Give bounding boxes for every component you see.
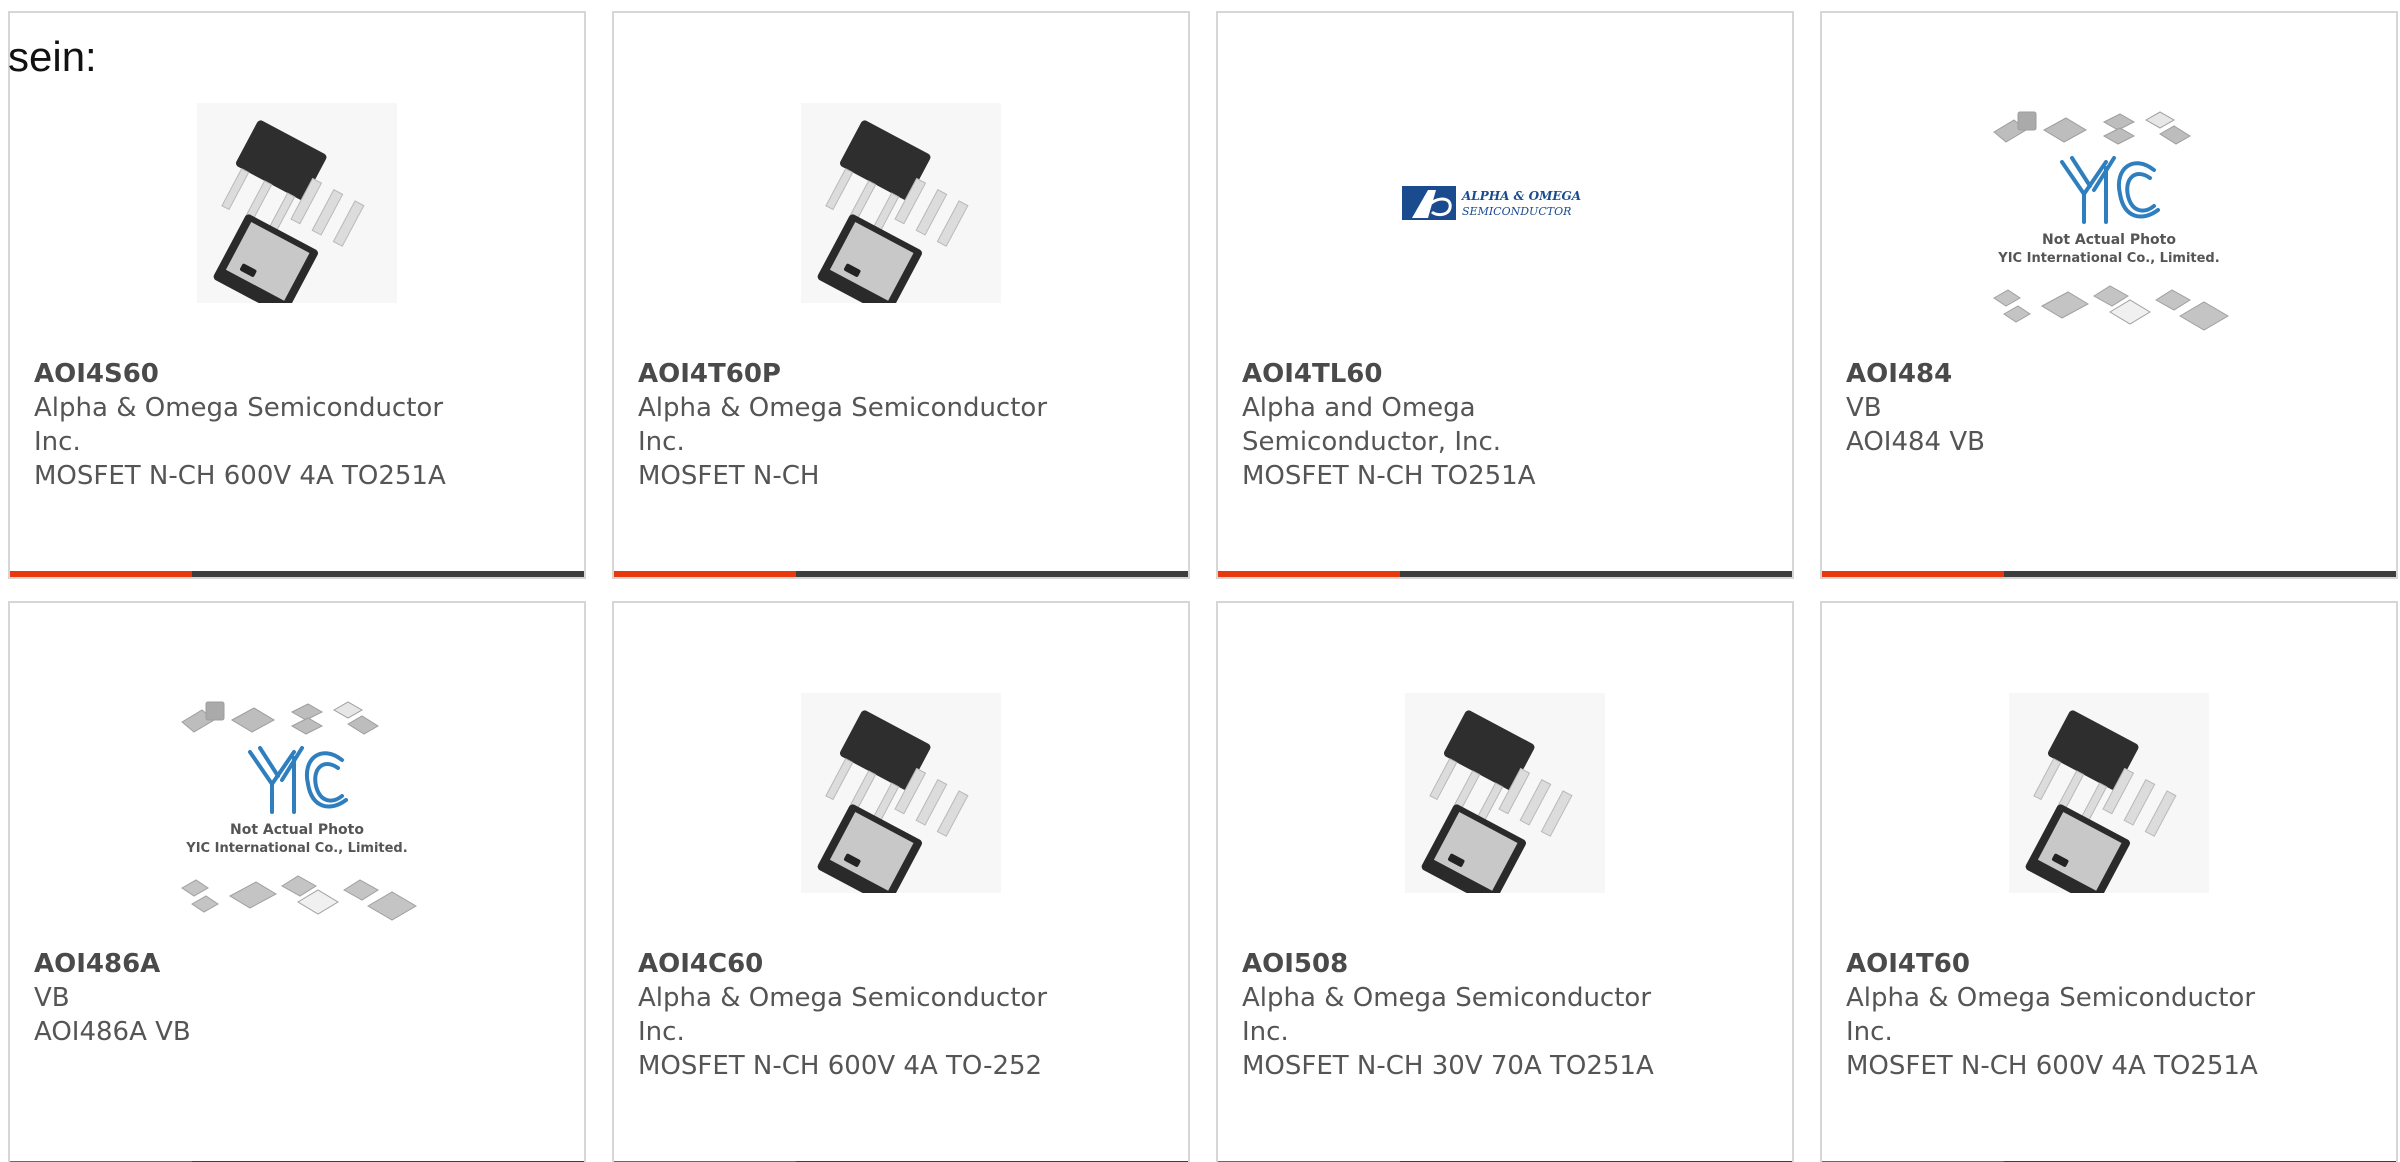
photo-note-line1: Not Actual Photo bbox=[230, 822, 364, 838]
package-image bbox=[801, 103, 1001, 303]
package-image bbox=[197, 103, 397, 303]
photo-note-line1: Not Actual Photo bbox=[2042, 232, 2176, 248]
card-bottom-bar bbox=[10, 571, 584, 577]
product-card[interactable]: Not Actual Photo YIC International Co., … bbox=[8, 601, 586, 1162]
manufacturer: Alpha & Omega Semiconductor Inc. bbox=[638, 983, 1048, 1047]
product-thumbnail[interactable] bbox=[766, 73, 1036, 333]
card-bottom-bar bbox=[614, 571, 1188, 577]
yic-placeholder-image: Not Actual Photo YIC International Co., … bbox=[1993, 111, 2229, 331]
part-number[interactable]: AOI486A bbox=[34, 947, 554, 981]
product-card[interactable]: AOI4T60 Alpha & Omega Semiconductor Inc.… bbox=[1820, 601, 2398, 1162]
product-info: AOI484 VB AOI484 VB bbox=[1846, 357, 2366, 459]
product-card[interactable]: AOI4T60P Alpha & Omega Semiconductor Inc… bbox=[612, 11, 1190, 579]
description: MOSFET N-CH 600V 4A TO-252 bbox=[638, 1051, 1043, 1081]
card-bottom-bar bbox=[1822, 571, 2396, 577]
manufacturer: Alpha & Omega Semiconductor Inc. bbox=[638, 393, 1048, 457]
product-card[interactable]: Not Actual Photo YIC International Co., … bbox=[1820, 11, 2398, 579]
card-accent-stripe bbox=[10, 571, 192, 577]
manufacturer: VB bbox=[34, 983, 70, 1013]
product-info: AOI4T60 Alpha & Omega Semiconductor Inc.… bbox=[1846, 947, 2366, 1083]
product-card[interactable]: AOI4S60 Alpha & Omega Semiconductor Inc.… bbox=[8, 11, 586, 579]
product-card[interactable]: AOI4C60 Alpha & Omega Semiconductor Inc.… bbox=[612, 601, 1190, 1162]
logo-text-bottom: SEMICONDUCTOR bbox=[1462, 205, 1571, 218]
card-accent-stripe bbox=[1218, 571, 1400, 577]
yic-placeholder-image: Not Actual Photo YIC International Co., … bbox=[181, 701, 417, 921]
package-image bbox=[1405, 693, 1605, 893]
product-card[interactable]: AOI508 Alpha & Omega Semiconductor Inc. … bbox=[1216, 601, 1794, 1162]
product-thumbnail[interactable]: Not Actual Photo YIC International Co., … bbox=[162, 683, 432, 943]
product-card[interactable]: ALPHA & OMEGA SEMICONDUCTOR AOI4TL60 Alp… bbox=[1216, 11, 1794, 579]
alpha-omega-logo: ALPHA & OMEGA SEMICONDUCTOR bbox=[1402, 186, 1581, 220]
description: MOSFET N-CH 600V 4A TO251A bbox=[34, 461, 446, 491]
part-number[interactable]: AOI4TL60 bbox=[1242, 357, 1762, 391]
package-image bbox=[801, 693, 1001, 893]
manufacturer: Alpha & Omega Semiconductor Inc. bbox=[34, 393, 444, 457]
part-number[interactable]: AOI4C60 bbox=[638, 947, 1158, 981]
card-bottom-bar bbox=[1218, 571, 1792, 577]
package-image bbox=[2009, 693, 2209, 893]
part-number[interactable]: AOI508 bbox=[1242, 947, 1762, 981]
manufacturer: VB bbox=[1846, 393, 1882, 423]
product-thumbnail[interactable] bbox=[1974, 663, 2244, 923]
photo-note-line2: YIC International Co., Limited. bbox=[185, 841, 407, 856]
part-number[interactable]: AOI4T60 bbox=[1846, 947, 2366, 981]
product-info: AOI4T60P Alpha & Omega Semiconductor Inc… bbox=[638, 357, 1158, 493]
product-info: AOI4C60 Alpha & Omega Semiconductor Inc.… bbox=[638, 947, 1158, 1083]
description: AOI486A VB bbox=[34, 1017, 191, 1047]
description: AOI484 VB bbox=[1846, 427, 1985, 457]
manufacturer: Alpha and Omega Semiconductor, Inc. bbox=[1242, 393, 1502, 457]
card-accent-stripe bbox=[614, 571, 796, 577]
product-info: AOI4S60 Alpha & Omega Semiconductor Inc.… bbox=[34, 357, 554, 493]
description: MOSFET N-CH 600V 4A TO251A bbox=[1846, 1051, 2258, 1081]
manufacturer: Alpha & Omega Semiconductor Inc. bbox=[1846, 983, 2256, 1047]
product-info: AOI486A VB AOI486A VB bbox=[34, 947, 554, 1049]
product-thumbnail[interactable] bbox=[162, 73, 432, 333]
product-thumbnail[interactable] bbox=[1370, 663, 1640, 923]
description: MOSFET N-CH TO251A bbox=[1242, 461, 1536, 491]
part-number[interactable]: AOI4T60P bbox=[638, 357, 1158, 391]
photo-note-line2: YIC International Co., Limited. bbox=[1997, 251, 2219, 266]
part-number[interactable]: AOI4S60 bbox=[34, 357, 554, 391]
product-thumbnail[interactable] bbox=[766, 663, 1036, 923]
description: MOSFET N-CH 30V 70A TO251A bbox=[1242, 1051, 1654, 1081]
product-thumbnail[interactable]: Not Actual Photo YIC International Co., … bbox=[1974, 93, 2244, 353]
part-number[interactable]: AOI484 bbox=[1846, 357, 2366, 391]
manufacturer: Alpha & Omega Semiconductor Inc. bbox=[1242, 983, 1652, 1047]
card-accent-stripe bbox=[1822, 571, 2004, 577]
product-info: AOI508 Alpha & Omega Semiconductor Inc. … bbox=[1242, 947, 1762, 1083]
product-info: AOI4TL60 Alpha and Omega Semiconductor, … bbox=[1242, 357, 1762, 493]
description: MOSFET N-CH bbox=[638, 461, 820, 491]
section-heading: sein: bbox=[8, 33, 97, 80]
logo-text-top: ALPHA & OMEGA bbox=[1461, 189, 1581, 203]
product-thumbnail[interactable]: ALPHA & OMEGA SEMICONDUCTOR bbox=[1370, 73, 1640, 333]
